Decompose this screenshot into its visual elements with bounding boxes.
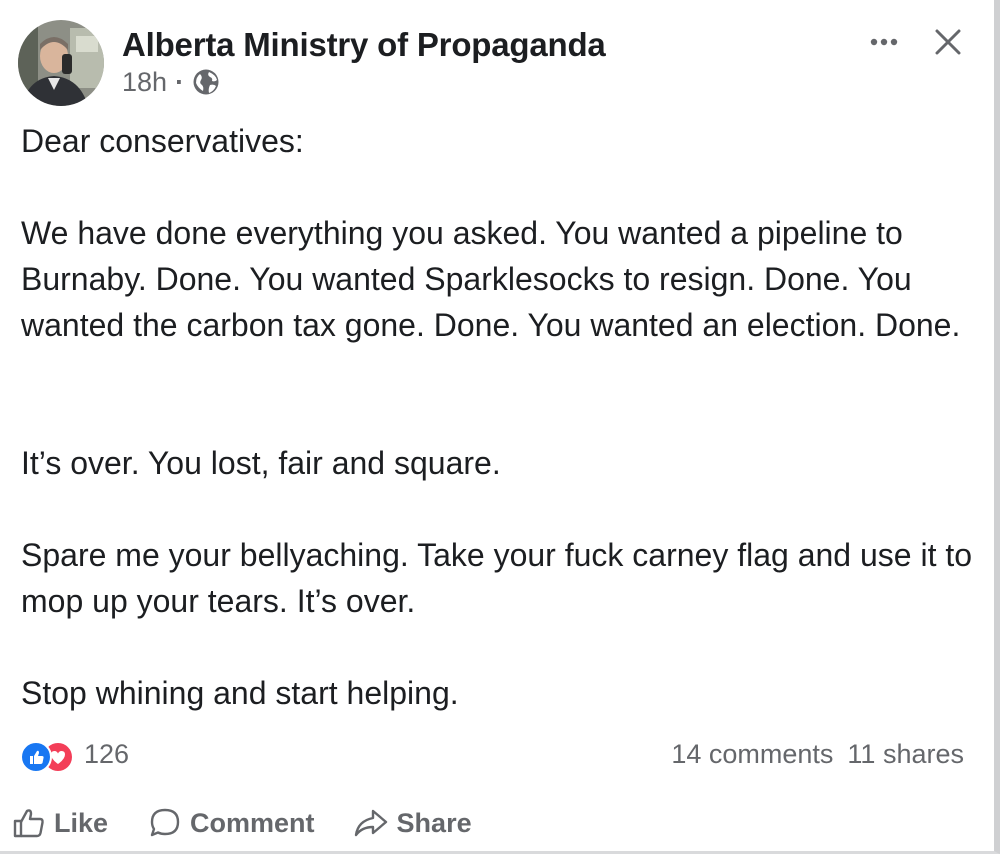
globe-icon [192,68,220,96]
reactions-summary[interactable]: 126 [20,734,129,774]
post-card: Alberta Ministry of Propaganda 18h · Dea… [0,0,1000,854]
reaction-icons [20,737,78,773]
avatar-photo [18,20,104,106]
close-button[interactable] [926,20,970,64]
close-icon [935,29,961,55]
shares-count[interactable]: 11 shares [847,739,964,770]
comment-label: Comment [190,807,315,838]
post-actions: Like Comment Share [12,800,472,846]
like-button[interactable]: Like [12,807,108,839]
comments-count[interactable]: 14 comments [671,739,833,770]
like-label: Like [54,807,109,838]
comment-icon [150,808,180,837]
post-meta: 18h · [122,66,220,98]
post-paragraph: We have done everything you asked. You w… [21,215,961,343]
meta-separator: · [175,66,185,97]
comment-button[interactable]: Comment [148,807,315,839]
share-icon [354,809,387,837]
post-paragraph: Dear conservatives: [21,123,304,159]
post-time[interactable]: 18h [122,67,167,98]
more-options-button[interactable] [862,24,906,60]
share-label: Share [396,807,472,838]
post-paragraph: Stop whining and start helping. [21,675,459,711]
post-paragraph: Spare me your bellyaching. Take your fuc… [21,537,973,619]
share-button[interactable]: Share [353,807,472,839]
like-reaction-icon [20,741,52,773]
thumbs-up-icon [13,809,44,838]
reaction-count: 126 [84,738,130,769]
avatar[interactable] [18,20,104,106]
post-paragraph: It’s over. You lost, fair and square. [21,445,501,481]
page-name[interactable]: Alberta Ministry of Propaganda [122,26,606,64]
engagement-counts: 14 comments 11 shares [671,734,964,774]
post-header: Alberta Ministry of Propaganda 18h · [18,20,974,110]
more-horizontal-icon [870,38,898,46]
